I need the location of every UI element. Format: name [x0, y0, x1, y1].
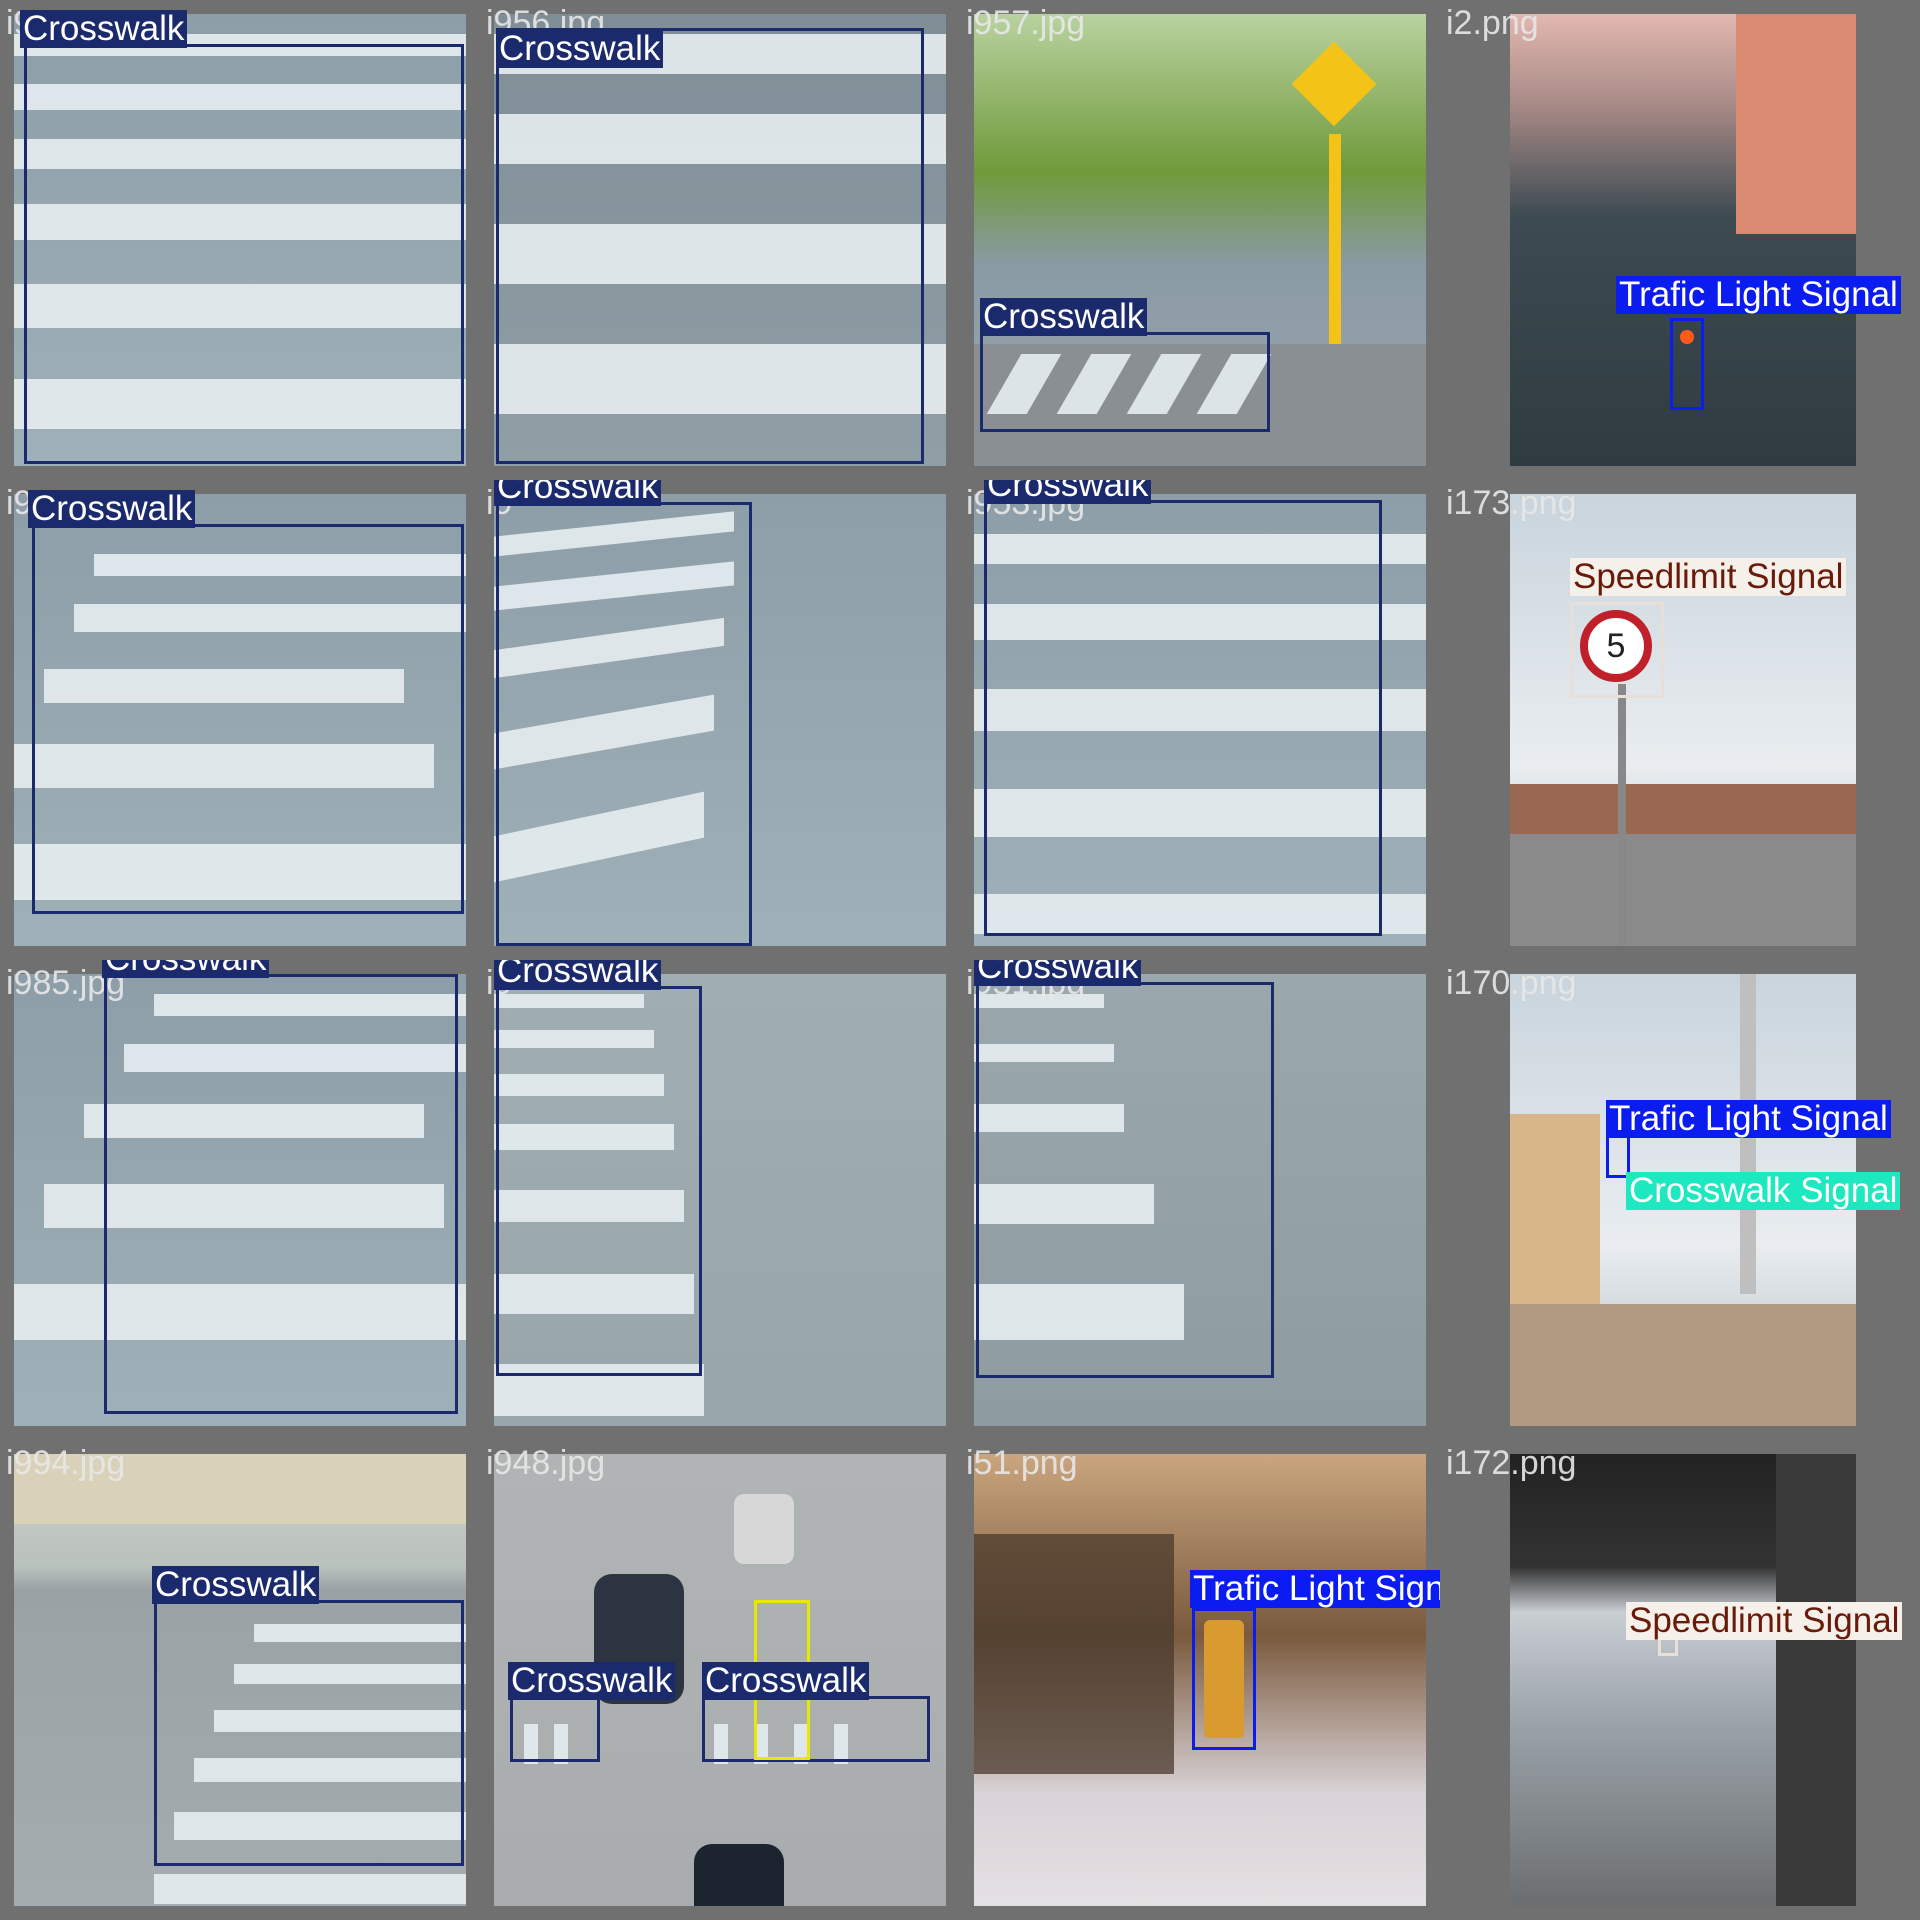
tile-5: i9 Crosswalk	[0, 480, 480, 960]
tile-7: i953.jpg Crosswalk	[960, 480, 1440, 960]
crosswalk-label: Crosswalk	[20, 10, 188, 48]
file-name: i994.jpg	[6, 1444, 126, 1482]
tile-6: i9 Crosswalk	[480, 480, 960, 960]
crosswalk-box	[154, 1600, 464, 1866]
tile-13: i994.jpg Crosswalk	[0, 1440, 480, 1920]
traffic-light-box	[1192, 1608, 1256, 1750]
speed-sign-label: Speedlimit Signal	[1570, 558, 1847, 596]
tile-1: i9 Crosswalk	[0, 0, 480, 480]
file-name: i2.png	[1446, 4, 1539, 42]
file-name: i172.png	[1446, 1444, 1577, 1482]
crosswalk-label: Crosswalk	[494, 960, 662, 990]
crosswalk-box	[980, 332, 1270, 432]
crosswalk-box	[976, 982, 1274, 1378]
traffic-light-icon	[1680, 330, 1694, 344]
crosswalk-label: Crosswalk	[984, 480, 1152, 504]
crosswalk-box	[104, 974, 458, 1414]
tile-16: i172.png Speedlimit Signal	[1440, 1440, 1920, 1920]
crosswalk-label: Crosswalk	[102, 960, 270, 978]
crosswalk-label: Crosswalk	[702, 1662, 870, 1700]
crosswalk-box	[24, 44, 464, 464]
traffic-light-label: Trafic Light Signal	[1190, 1570, 1440, 1608]
crosswalk-box	[32, 524, 464, 914]
tile-2: i956.jpg Crosswalk	[480, 0, 960, 480]
tile-8: i173.png 5 Speedlimit Signal	[1440, 480, 1920, 960]
file-name: i51.png	[966, 1444, 1078, 1482]
crosswalk-box	[702, 1696, 930, 1762]
crosswalk-label: Crosswalk	[980, 298, 1148, 336]
crosswalk-box	[510, 1696, 600, 1762]
traffic-light-label: Trafic Light Signal	[1606, 1100, 1891, 1138]
tile-3: i957.jpg Crosswalk	[960, 0, 1440, 480]
crosswalk-label: Crosswalk	[152, 1566, 320, 1604]
file-name: i957.jpg	[966, 4, 1086, 42]
speed-sign-icon: 5	[1580, 610, 1652, 682]
file-name: i948.jpg	[486, 1444, 606, 1482]
speed-sign-label: Speedlimit Signal	[1626, 1602, 1903, 1640]
tile-14: i948.jpg Crosswalk Crosswalk	[480, 1440, 960, 1920]
crosswalk-signal-label: Crosswalk Signal	[1626, 1172, 1901, 1210]
tile-12: i170.png Trafic Light Signal Crosswalk S…	[1440, 960, 1920, 1440]
tile-11: i951.jpg Crosswalk	[960, 960, 1440, 1440]
tile-9: i985.jpg Crosswalk	[0, 960, 480, 1440]
file-name: i170.png	[1446, 964, 1577, 1002]
tile-15: i51.png Trafic Light Signal	[960, 1440, 1440, 1920]
crosswalk-box	[496, 502, 752, 946]
crosswalk-label: Crosswalk	[508, 1662, 676, 1700]
speed-sign-value: 5	[1606, 626, 1626, 665]
crosswalk-label: Crosswalk	[494, 480, 662, 506]
tile-4: i2.png Trafic Light Signal	[1440, 0, 1920, 480]
crosswalk-box	[496, 28, 924, 464]
underpass-photo	[1510, 1454, 1856, 1906]
crosswalk-label: Crosswalk	[496, 30, 664, 68]
crosswalk-box	[984, 500, 1382, 936]
tile-10: i9 Crosswalk	[480, 960, 960, 1440]
file-name: i173.png	[1446, 484, 1577, 522]
crosswalk-box	[496, 986, 702, 1376]
crosswalk-label: Crosswalk	[974, 960, 1142, 986]
crosswalk-label: Crosswalk	[28, 490, 196, 528]
traffic-light-label: Trafic Light Signal	[1616, 276, 1901, 314]
